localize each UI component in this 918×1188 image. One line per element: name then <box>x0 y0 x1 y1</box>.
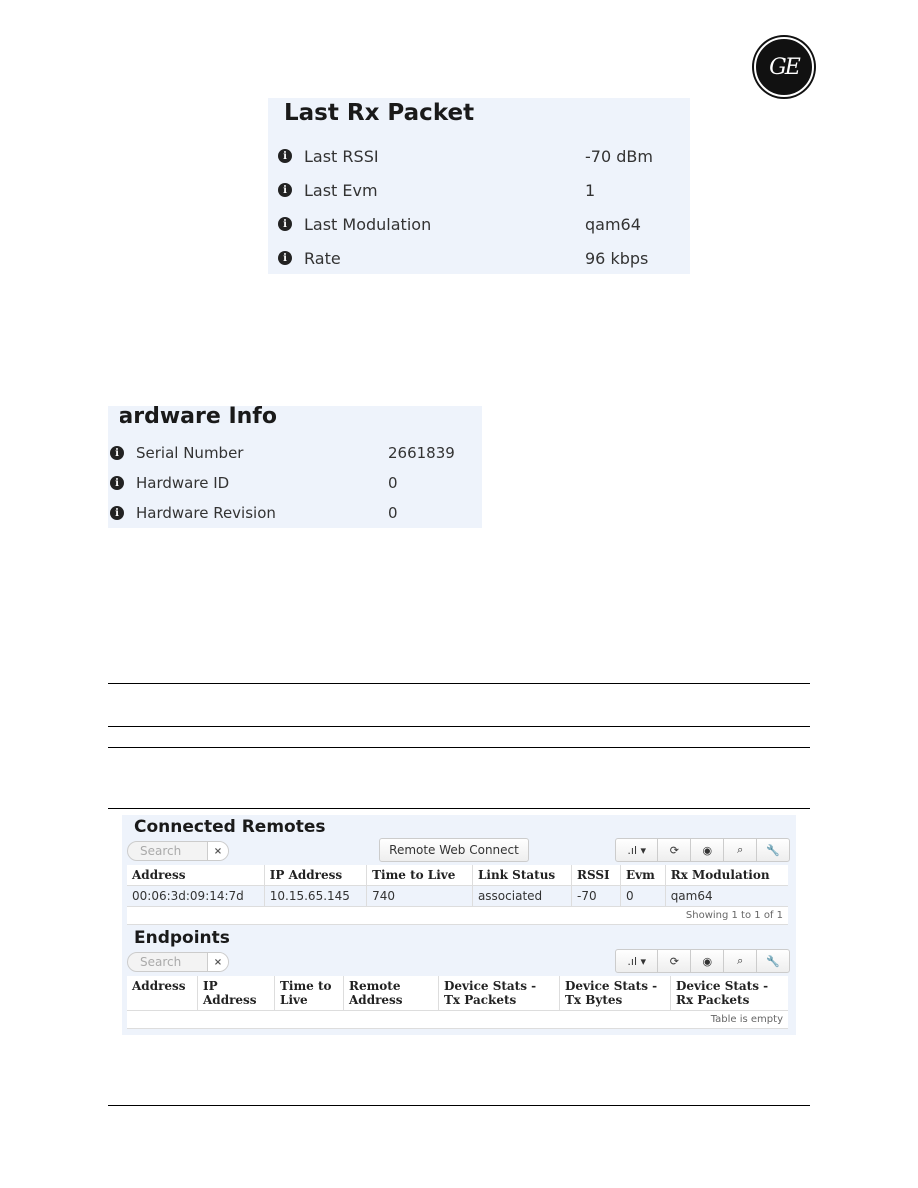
info-row: i Serial Number 2661839 <box>110 438 482 468</box>
section-title: Endpoints <box>134 928 230 948</box>
info-row: i Hardware Revision 0 <box>110 498 482 528</box>
clear-icon[interactable]: × <box>207 842 228 860</box>
column-header[interactable]: IP Address <box>197 976 275 1011</box>
info-row: i Last Evm 1 <box>278 175 690 205</box>
search-input[interactable]: Search × <box>127 841 229 861</box>
clear-icon[interactable]: × <box>207 953 228 971</box>
table-footer: Table is empty <box>127 1010 788 1029</box>
remotes-panel: Connected Remotes Search × Remote Web Con… <box>122 815 796 1035</box>
info-icon[interactable]: i <box>278 149 292 163</box>
panel-title: Hardware Info <box>100 404 277 429</box>
info-icon[interactable]: i <box>278 183 292 197</box>
divider <box>108 808 810 809</box>
table-toolbar: .ıl ▾ ⟳ ◉ ⌕ 🔧 <box>615 838 790 862</box>
column-header[interactable]: Time to Live <box>366 865 473 886</box>
info-row: i Hardware ID 0 <box>110 468 482 498</box>
divider <box>108 1105 810 1106</box>
column-header[interactable]: RSSI <box>570 865 621 886</box>
info-icon[interactable]: i <box>110 476 124 490</box>
divider <box>108 726 810 727</box>
column-header[interactable]: Rx Modulation <box>664 865 788 886</box>
endpoints-table: Address IP Address Time to Live Remote A… <box>127 976 788 1029</box>
wrench-icon[interactable]: 🔧 <box>756 839 789 861</box>
table-row[interactable]: 00:06:3d:09:14:7d 10.15.65.145 740 assoc… <box>127 885 788 907</box>
info-icon[interactable]: i <box>110 446 124 460</box>
info-row: i Rate 96 kbps <box>278 243 690 273</box>
section-title: Connected Remotes <box>134 817 326 837</box>
column-header[interactable]: IP Address <box>263 865 367 886</box>
column-header[interactable]: Link Status <box>471 865 572 886</box>
info-icon[interactable]: i <box>278 217 292 231</box>
info-icon[interactable]: i <box>278 251 292 265</box>
eye-icon[interactable]: ◉ <box>690 839 723 861</box>
refresh-icon[interactable]: ⟳ <box>657 839 690 861</box>
column-header[interactable]: Device Stats - Rx Packets <box>670 976 788 1011</box>
divider <box>108 683 810 684</box>
refresh-icon[interactable]: ⟳ <box>657 950 690 972</box>
column-header[interactable]: Address <box>127 865 265 886</box>
search-input[interactable]: Search × <box>127 952 229 972</box>
table-footer: Showing 1 to 1 of 1 <box>127 906 788 925</box>
columns-dropdown-icon[interactable]: .ıl ▾ <box>616 839 657 861</box>
column-header[interactable]: Time to Live <box>274 976 344 1011</box>
column-header[interactable]: Device Stats - Tx Bytes <box>559 976 671 1011</box>
search-icon[interactable]: ⌕ <box>723 839 756 861</box>
wrench-icon[interactable]: 🔧 <box>756 950 789 972</box>
search-icon[interactable]: ⌕ <box>723 950 756 972</box>
column-header[interactable]: Device Stats - Tx Packets <box>438 976 560 1011</box>
remotes-table: Address IP Address Time to Live Link Sta… <box>127 865 788 925</box>
eye-icon[interactable]: ◉ <box>690 950 723 972</box>
columns-dropdown-icon[interactable]: .ıl ▾ <box>616 950 657 972</box>
table-toolbar: .ıl ▾ ⟳ ◉ ⌕ 🔧 <box>615 949 790 973</box>
hardware-info-panel: Hardware Info i Serial Number 2661839 i Har… <box>108 404 482 528</box>
info-row: i Last Modulation qam64 <box>278 209 690 239</box>
column-header[interactable]: Remote Address <box>343 976 439 1011</box>
info-row: i Last RSSI -70 dBm <box>278 141 690 171</box>
ge-logo: GE <box>754 37 814 97</box>
divider <box>108 747 810 748</box>
info-icon[interactable]: i <box>110 506 124 520</box>
column-header[interactable]: Address <box>127 976 198 1011</box>
remote-web-connect-button[interactable]: Remote Web Connect <box>379 838 529 862</box>
column-header[interactable]: Evm <box>619 865 666 886</box>
last-rx-packet-panel: Last Rx Packet i Last RSSI -70 dBm i Last E… <box>268 98 690 274</box>
panel-title: Last Rx Packet <box>284 100 475 126</box>
